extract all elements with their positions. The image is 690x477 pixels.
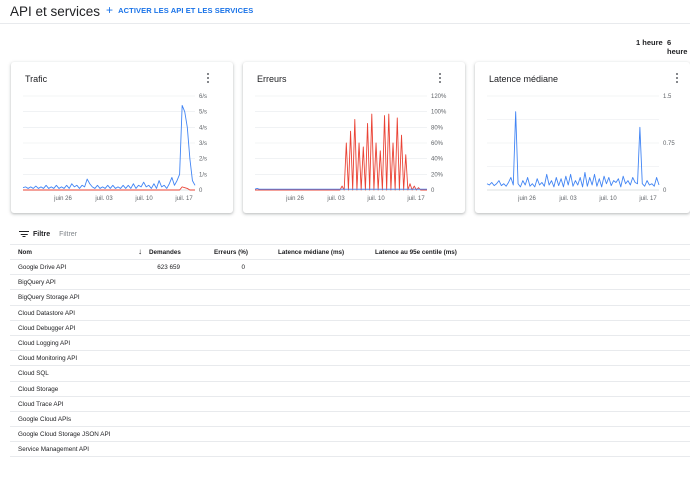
table-row[interactable]: Cloud Storage (10, 382, 690, 397)
table-row[interactable]: BigQuery Storage API (10, 290, 690, 306)
table-body: Google Drive API 623 659 0 BigQuery API BigQ… (10, 260, 690, 458)
y-tick-label: 2/s (199, 157, 207, 163)
filter-label: Filtre (33, 230, 51, 238)
column-median-latency[interactable]: Latence médiane (ms) (278, 249, 344, 256)
api-name-link[interactable]: Google Cloud APIs (18, 416, 71, 423)
api-name-link[interactable]: BigQuery API (18, 279, 56, 286)
api-name-link[interactable]: Google Cloud Storage JSON API (18, 431, 110, 438)
y-tick-label: 0 (199, 188, 203, 194)
table-row[interactable]: Cloud Logging API (10, 336, 690, 352)
errors-chart: 0 20% 40% 60% 80% 100% 120% juin 26 juil. 03 juil… (254, 94, 447, 202)
api-name-link[interactable]: Cloud Trace API (18, 401, 64, 408)
plus-icon: + (106, 3, 114, 17)
traffic-chart: 0 1/s 2/s 3/s 4/s 5/s 6/s juin 26 juil. 03 juil. … (22, 94, 207, 202)
y-tick-label: 1.5 (663, 94, 672, 100)
column-name[interactable]: Nom (18, 249, 32, 256)
y-tick-label: 3/s (199, 141, 207, 147)
range-6-hours[interactable]: 6 heure (667, 38, 690, 56)
table-row[interactable]: Service Management API (10, 442, 690, 458)
table-row[interactable]: Cloud SQL (10, 366, 690, 382)
enable-apis-button[interactable]: + ACTIVER LES API ET LES SERVICES (106, 3, 254, 17)
y-tick-label: 20% (431, 172, 444, 178)
enable-apis-label: ACTIVER LES API ET LES SERVICES (118, 5, 254, 15)
table-row[interactable]: Google Cloud APIs (10, 412, 690, 428)
y-tick-label: 6/s (199, 94, 207, 100)
x-tick-label: juil. 10 (366, 196, 385, 202)
api-name-link[interactable]: Cloud SQL (18, 370, 49, 377)
api-name-link[interactable]: Google Drive API (18, 264, 66, 271)
x-tick-label: juil. 10 (598, 196, 617, 202)
x-tick-label: juil. 17 (638, 196, 657, 202)
table-row[interactable]: Cloud Monitoring API (10, 351, 690, 367)
column-requests[interactable]: Demandes (149, 249, 181, 256)
series-line-0 (22, 104, 196, 189)
x-tick-label: juin 26 (285, 196, 304, 202)
page-title: API et services (10, 4, 101, 19)
x-tick-label: juil. 03 (326, 196, 345, 202)
series-line-0 (255, 113, 427, 191)
latency-chart: 0 0.75 1.5 juin 26 juil. 03 juil. 10 juil. 17 (486, 94, 675, 202)
x-tick-label: juin 26 (53, 196, 72, 202)
y-tick-label: 5/s (199, 110, 207, 116)
y-tick-label: 0 (431, 188, 435, 194)
x-tick-label: juil. 03 (94, 196, 113, 202)
arrow-down-icon[interactable]: ↓ (138, 247, 142, 256)
table-row[interactable]: Cloud Debugger API (10, 321, 690, 336)
y-tick-label: 4/s (199, 125, 207, 131)
table-header: Nom ↓ Demandes Erreurs (%) Latence média… (10, 244, 690, 260)
x-tick-label: juin 26 (517, 196, 536, 202)
series-line-0 (486, 111, 660, 188)
api-name-link[interactable]: Cloud Debugger API (18, 325, 75, 332)
filter-bar: Filtre (10, 225, 690, 243)
x-tick-label: juil. 10 (134, 196, 153, 202)
traffic-card: Trafic 0 1/s 2/s 3/s 4/s 5/s 6/s juin 26 juil. 0… (11, 62, 233, 213)
range-1-hour[interactable]: 1 heure (636, 38, 663, 47)
api-name-link[interactable]: Cloud Datastore API (18, 310, 75, 317)
x-tick-label: juil. 03 (558, 196, 577, 202)
y-tick-label: 1/s (199, 172, 207, 178)
y-tick-label: 0 (663, 188, 667, 194)
y-tick-label: 0.75 (663, 141, 675, 147)
y-tick-label: 80% (431, 125, 444, 131)
column-errors[interactable]: Erreurs (%) (214, 249, 248, 256)
y-tick-label: 100% (431, 110, 447, 116)
x-tick-label: juil. 17 (174, 196, 193, 202)
errors-card: Erreurs 0 20% 40% 60% 80% 100% 120% juin 26 juil… (243, 62, 465, 213)
api-name-link[interactable]: BigQuery Storage API (18, 294, 80, 301)
api-name-link[interactable]: Cloud Monitoring API (18, 355, 77, 362)
requests-cell: 623 659 (157, 264, 180, 271)
column-p95-latency[interactable]: Latence au 95e centile (ms) (375, 249, 457, 256)
errors-cell: 0 (241, 264, 245, 271)
api-name-link[interactable]: Service Management API (18, 446, 89, 453)
top-bar: API et services + ACTIVER LES API ET LES… (0, 0, 690, 24)
y-tick-label: 60% (431, 141, 444, 147)
y-tick-label: 40% (431, 157, 444, 163)
api-name-link[interactable]: Cloud Storage (18, 386, 58, 393)
table-row[interactable]: Cloud Trace API (10, 397, 690, 412)
table-row[interactable]: Google Drive API 623 659 0 (10, 260, 690, 276)
x-tick-label: juil. 17 (406, 196, 425, 202)
api-table: Nom ↓ Demandes Erreurs (%) Latence média… (10, 244, 690, 458)
table-row[interactable]: Cloud Datastore API (10, 306, 690, 321)
table-row[interactable]: BigQuery API (10, 275, 690, 291)
filter-input[interactable] (59, 230, 260, 238)
table-row[interactable]: Google Cloud Storage JSON API (10, 427, 690, 443)
y-tick-label: 120% (431, 94, 447, 100)
api-name-link[interactable]: Cloud Logging API (18, 340, 70, 347)
filter-list-icon[interactable] (19, 230, 29, 238)
latency-card: Latence médiane 0 0.75 1.5 juin 26 juil. 03 j… (475, 62, 690, 213)
